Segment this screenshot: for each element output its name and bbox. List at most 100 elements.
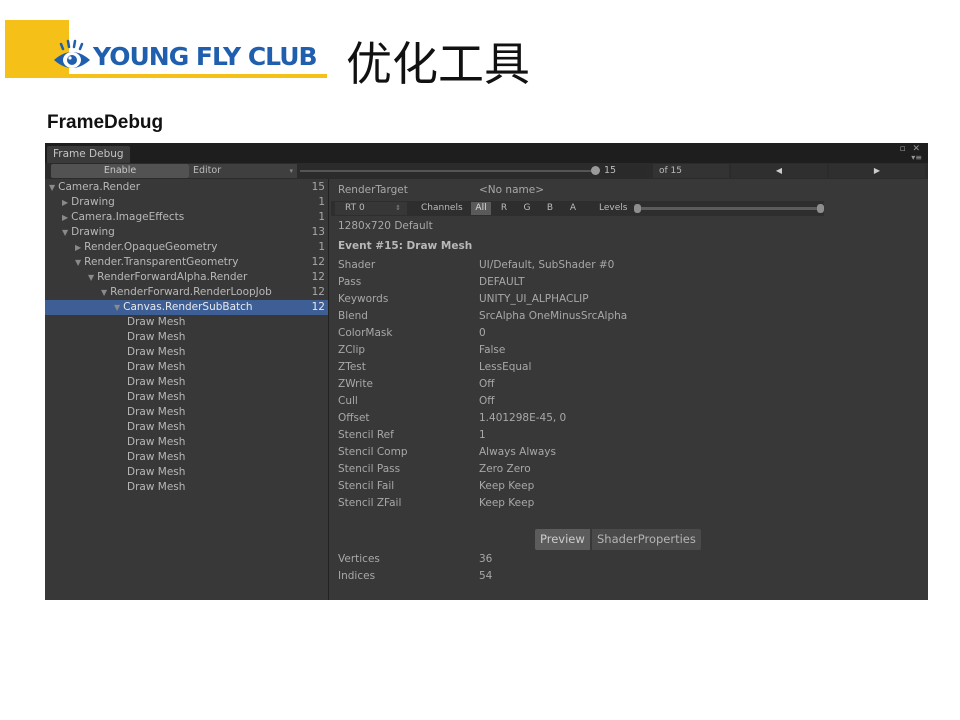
tree-row-text: Render.OpaqueGeometry [84, 241, 218, 253]
property-key: Stencil Comp [338, 446, 408, 458]
tree-row[interactable]: Draw Mesh [45, 345, 328, 360]
tree-row[interactable]: ▼ RenderForward.RenderLoopJob 12 [45, 285, 328, 300]
tree-row[interactable]: ▶ Render.OpaqueGeometry 1 [45, 240, 328, 255]
tree-row[interactable]: ▶ Camera.ImageEffects 1 [45, 210, 328, 225]
next-frame-button[interactable]: ▶ [829, 164, 925, 178]
tree-row-count: 12 [311, 256, 325, 268]
tree-row-label: ▼ Canvas.RenderSubBatch [114, 300, 253, 315]
tree-row-text: Draw Mesh [127, 376, 186, 388]
levels-max-handle[interactable] [817, 204, 824, 213]
collapsed-arrow-icon[interactable]: ▶ [62, 213, 68, 222]
tree-row[interactable]: Draw Mesh [45, 405, 328, 420]
property-value: SrcAlpha OneMinusSrcAlpha [479, 310, 628, 322]
render-target-value: <No name> [479, 184, 544, 196]
channel-a-button[interactable]: A [563, 202, 583, 215]
slide-title: 优化工具 [346, 37, 530, 91]
tab-frame-debug[interactable]: Frame Debug [47, 146, 130, 163]
tree-row-label: ▶ Drawing [62, 195, 115, 210]
stat-value: 54 [479, 570, 493, 582]
frame-count-label: of 15 [653, 164, 729, 178]
tree-row-text: Draw Mesh [127, 346, 186, 358]
tree-row-label: ▼ Drawing [62, 225, 115, 240]
property-value: Keep Keep [479, 497, 535, 509]
rt-select[interactable]: RT 0 ⇕ [335, 202, 407, 215]
expanded-arrow-icon[interactable]: ▼ [49, 183, 55, 192]
tree-row-label: Draw Mesh [127, 345, 185, 360]
tree-row[interactable]: Draw Mesh [45, 375, 328, 390]
tree-row[interactable]: Draw Mesh [45, 330, 328, 345]
tree-row[interactable]: Draw Mesh [45, 360, 328, 375]
channel-b-button[interactable]: B [540, 202, 560, 215]
expanded-arrow-icon[interactable]: ▼ [88, 273, 94, 282]
property-key: ZTest [338, 361, 366, 373]
tree-row-label: ▼ RenderForward.RenderLoopJob [101, 285, 272, 300]
tree-row[interactable]: Draw Mesh [45, 420, 328, 435]
levels-slider-track[interactable] [636, 207, 822, 210]
tree-row[interactable]: Draw Mesh [45, 465, 328, 480]
property-key: Keywords [338, 293, 389, 305]
target-select[interactable]: Editor ▾ [189, 164, 297, 178]
tree-row[interactable]: Draw Mesh [45, 315, 328, 330]
property-key: Shader [338, 259, 376, 271]
tree-row[interactable]: ▼ Canvas.RenderSubBatch 12 [45, 300, 328, 315]
tree-row[interactable]: Draw Mesh [45, 480, 328, 495]
property-key: ZClip [338, 344, 366, 356]
expanded-arrow-icon[interactable]: ▼ [114, 303, 120, 312]
channel-all-button[interactable]: All [471, 202, 491, 215]
tree-row-label: ▼ Render.TransparentGeometry [75, 255, 238, 270]
tab-preview[interactable]: Preview [535, 529, 590, 550]
window-menu-icon[interactable]: ▾≡ [911, 153, 922, 162]
arrow-right-icon: ▶ [873, 166, 881, 175]
property-value: 1.401298E-45, 0 [479, 412, 567, 424]
rt-select-label: RT 0 [345, 203, 365, 213]
property-key: Cull [338, 395, 358, 407]
property-value: 0 [479, 327, 486, 339]
channel-g-button[interactable]: G [517, 202, 537, 215]
enable-button[interactable]: Enable [51, 164, 189, 178]
tree-row-label: ▼ RenderForwardAlpha.Render [88, 270, 247, 285]
tree-row-label: Draw Mesh [127, 420, 185, 435]
tree-row[interactable]: ▼ Camera.Render 15 [45, 180, 328, 195]
previous-frame-button[interactable]: ◀ [731, 164, 827, 178]
channel-r-button[interactable]: R [494, 202, 514, 215]
event-tree: ▼ Camera.Render 15 ▶ Drawing 1 ▶ Camera.ImageEf… [45, 180, 328, 495]
tree-row-label: Draw Mesh [127, 450, 185, 465]
tree-row-label: ▶ Render.OpaqueGeometry [75, 240, 217, 255]
tree-row-text: Draw Mesh [127, 406, 186, 418]
tree-row-text: Drawing [71, 196, 115, 208]
tree-row-count: 12 [311, 301, 325, 313]
panel-divider[interactable] [328, 179, 329, 600]
updown-icon: ⇕ [395, 204, 401, 212]
tree-row-label: ▶ Camera.ImageEffects [62, 210, 184, 225]
tab-shader-properties[interactable]: ShaderProperties [592, 529, 701, 550]
frame-slider-track[interactable] [300, 170, 598, 172]
property-value: Off [479, 378, 495, 390]
levels-min-handle[interactable] [634, 204, 641, 213]
tree-row[interactable]: Draw Mesh [45, 390, 328, 405]
tree-row[interactable]: ▼ Drawing 13 [45, 225, 328, 240]
tree-row-count: 13 [311, 226, 325, 238]
tree-row-count: 1 [318, 211, 325, 223]
frame-slider-handle[interactable] [591, 166, 600, 175]
tree-row[interactable]: ▶ Drawing 1 [45, 195, 328, 210]
expanded-arrow-icon[interactable]: ▼ [62, 228, 68, 237]
tree-row-text: RenderForward.RenderLoopJob [110, 286, 272, 298]
window-tab-bar: Frame Debug ▫ ✕ ▾≡ [45, 143, 928, 163]
tree-row-label: Draw Mesh [127, 435, 185, 450]
tree-row[interactable]: ▼ Render.TransparentGeometry 12 [45, 255, 328, 270]
tree-row-text: Draw Mesh [127, 331, 186, 343]
collapsed-arrow-icon[interactable]: ▶ [62, 198, 68, 207]
frame-number-field[interactable]: 15 [601, 164, 647, 178]
tree-row[interactable]: Draw Mesh [45, 450, 328, 465]
property-value: Keep Keep [479, 480, 535, 492]
target-select-label: Editor [193, 165, 222, 176]
property-key: Stencil Fail [338, 480, 395, 492]
collapsed-arrow-icon[interactable]: ▶ [75, 243, 81, 252]
tree-row[interactable]: Draw Mesh [45, 435, 328, 450]
tree-row[interactable]: ▼ RenderForwardAlpha.Render 12 [45, 270, 328, 285]
tree-row-count: 12 [311, 271, 325, 283]
expanded-arrow-icon[interactable]: ▼ [101, 288, 107, 297]
levels-label: Levels [599, 203, 628, 213]
tree-row-text: Draw Mesh [127, 361, 186, 373]
expanded-arrow-icon[interactable]: ▼ [75, 258, 81, 267]
